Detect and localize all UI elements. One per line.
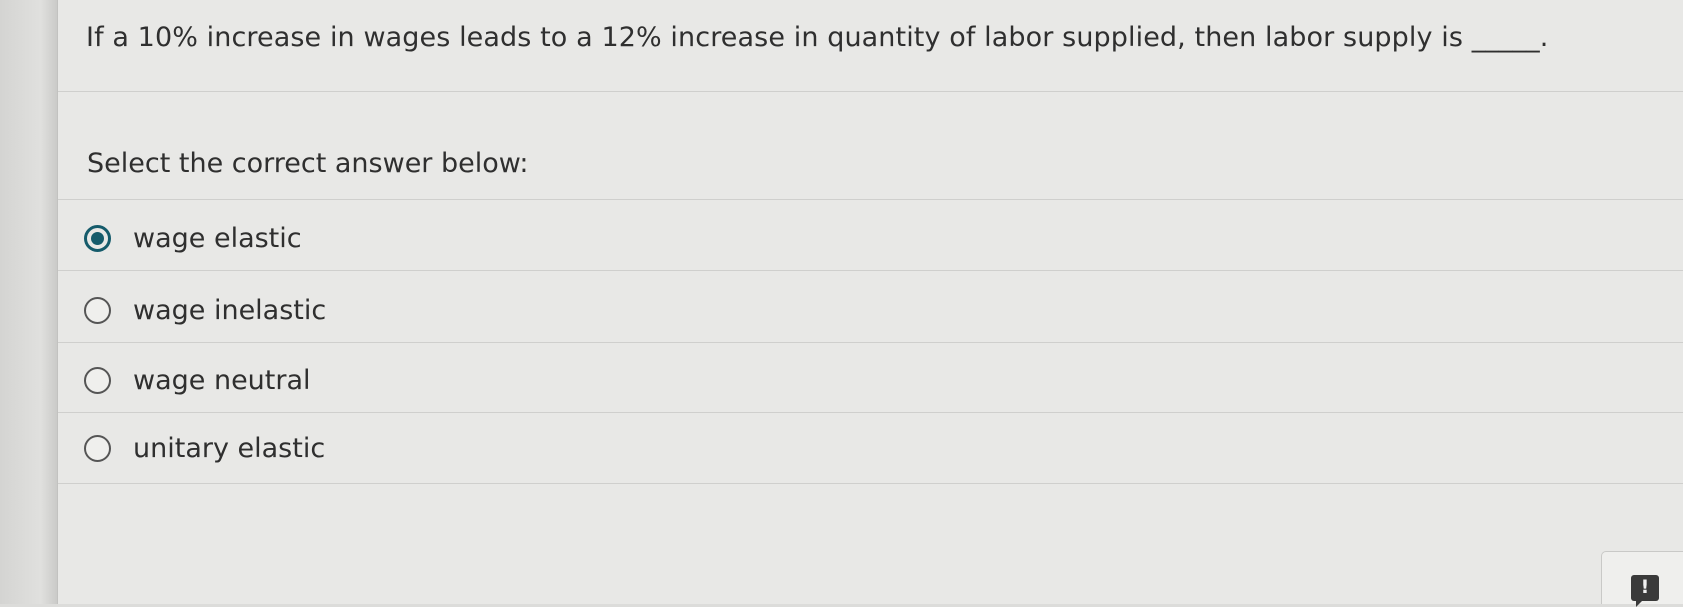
option-label: wage neutral	[133, 364, 311, 396]
divider	[58, 483, 1683, 484]
left-gutter	[0, 0, 58, 604]
radio-button[interactable]	[84, 366, 111, 394]
option-wage-elastic[interactable]: wage elastic	[62, 208, 1662, 268]
divider	[58, 342, 1683, 343]
divider	[58, 91, 1683, 92]
option-wage-inelastic[interactable]: wage inelastic	[62, 280, 1662, 340]
divider	[58, 412, 1683, 413]
radio-button[interactable]	[84, 434, 111, 462]
option-unitary-elastic[interactable]: unitary elastic	[62, 418, 1662, 478]
divider	[58, 270, 1683, 271]
feedback-button[interactable]: !	[1601, 551, 1683, 607]
radio-button[interactable]	[84, 296, 111, 324]
answer-prompt: Select the correct answer below:	[87, 148, 529, 179]
divider	[58, 199, 1683, 200]
option-label: wage inelastic	[133, 294, 327, 326]
option-label: wage elastic	[133, 222, 302, 254]
option-wage-neutral[interactable]: wage neutral	[62, 350, 1662, 410]
radio-button-selected[interactable]	[84, 224, 111, 252]
option-label: unitary elastic	[133, 432, 326, 464]
exclamation-icon: !	[1631, 575, 1659, 607]
question-text: If a 10% increase in wages leads to a 12…	[86, 22, 1549, 53]
